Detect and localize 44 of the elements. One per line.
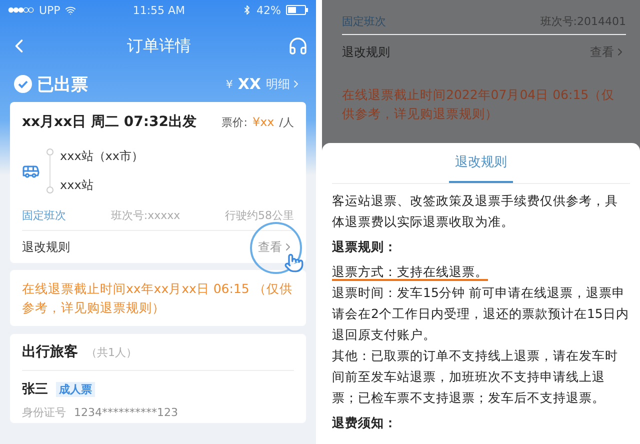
view-link[interactable]: 查看 — [258, 238, 294, 256]
passenger-count: （共1人） — [86, 344, 137, 360]
headset-icon[interactable] — [288, 36, 308, 56]
refund-deadline-notice: 在线退票截止时间xx年xx月xx日 06:15 （仅供参考，详见购退票规则） — [22, 280, 294, 317]
ticket-status: 已出票 — [37, 74, 88, 96]
signal-icon — [8, 7, 34, 13]
intro-text: 客运站退票、改签政策及退票手续费仅供参考，具体退票费以实际退票收取为准。 — [332, 192, 619, 231]
carrier-name: UPP — [39, 4, 60, 16]
departure-time: xx月xx日 周二 07:32出发 — [22, 113, 196, 131]
station-name: xxx站 — [60, 177, 94, 194]
passenger-name: 张三 成人票 — [22, 380, 95, 398]
schedule-type: 固定班次 — [342, 14, 386, 28]
trip-distance: 行驶约58公里 — [224, 208, 294, 222]
id-number: 1234**********123 — [74, 406, 178, 418]
check-circle-icon — [14, 75, 32, 93]
section-heading: 退票规则： — [332, 238, 398, 256]
rule-text: 退票方式：支持在线退票。 — [332, 264, 488, 281]
rules-label: 退改规则 — [22, 238, 70, 256]
page-title: 订单详情 — [127, 36, 191, 56]
price-label: 票价: — [222, 114, 248, 130]
wifi-icon — [65, 4, 76, 16]
battery-percent: 42% — [256, 4, 281, 16]
ticket-price: ¥xx — [252, 115, 274, 129]
schedule-type: 固定班次 — [22, 208, 66, 222]
section-heading: 退费须知： — [332, 414, 398, 432]
station-name: xxx站（xx市） — [60, 148, 144, 165]
currency-symbol: ¥ — [226, 78, 233, 90]
clock-time: 11:55 AM — [132, 4, 186, 16]
rule-text: 退票时间：发车15分钟 前可申请在线退票，退票申请会在2个工作日内受理，退还的票款预计在15日内退回原支付账户。 — [332, 285, 629, 342]
bluetooth-icon — [242, 5, 252, 15]
battery-icon — [286, 5, 308, 15]
section-title: 出行旅客 — [22, 343, 78, 361]
ticket-type-tag: 成人票 — [56, 382, 95, 397]
sheet-title: 退改规则 — [449, 143, 513, 183]
schedule-number: 班次号:2014401 — [540, 14, 626, 28]
detail-link[interactable]: 明细 — [266, 76, 302, 92]
order-amount: XX — [238, 75, 261, 93]
schedule-number: 班次号:xxxxx — [110, 208, 180, 222]
price-unit: /人 — [279, 114, 294, 130]
rules-label: 退改规则 — [342, 44, 390, 60]
id-label: 身份证号 — [22, 404, 66, 420]
rule-text: 其他：已取票的订单不支持线上退票，请在发车时间前至发车站退票，加班班次不支持申请线上退票；已检车票不支持退票；发车后不支持退票。 — [332, 348, 618, 405]
refund-deadline-notice: 在线退票截止时间2022年07月04日 06:15（仅供参考，详见购退票规则） — [342, 86, 616, 123]
route-drawing — [46, 148, 54, 194]
